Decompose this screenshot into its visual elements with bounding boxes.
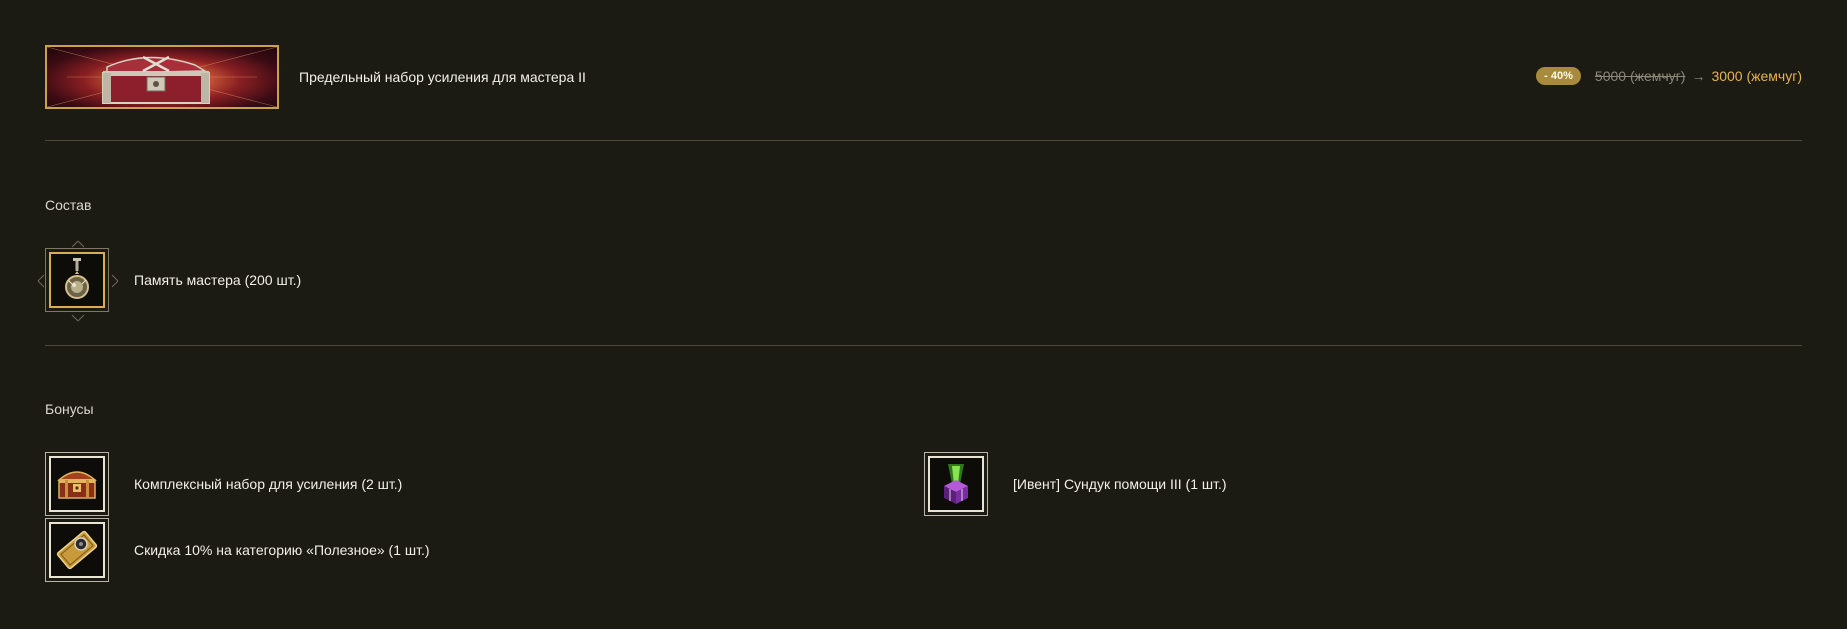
composition-item-label: Память мастера (200 шт.) [134, 272, 302, 288]
glowing-box-icon [944, 464, 968, 504]
coupon-icon [56, 530, 98, 570]
discount-badge: - 40% [1536, 67, 1581, 85]
old-price: 5000 (жемчуг) [1594, 68, 1686, 84]
bonus-item-label: Комплексный набор для усиления (2 шт.) [134, 476, 403, 492]
product-banner-image [45, 45, 279, 109]
composition-section-title: Состав [45, 197, 92, 213]
bonus-item-label: [Ивент] Сундук помощи III (1 шт.) [1013, 476, 1227, 492]
product-header: Предельный набор усиления для мастера II… [45, 45, 1802, 109]
item-icon-frame [924, 452, 988, 516]
new-price: 3000 (жемчуг) [1711, 68, 1802, 84]
divider [45, 345, 1802, 346]
divider [45, 140, 1802, 141]
product-title: Предельный набор усиления для мастера II [299, 69, 586, 85]
item-icon-frame [45, 452, 109, 516]
bonus-item[interactable]: Скидка 10% на категорию «Полезное» (1 шт… [45, 518, 430, 582]
item-icon-frame [37, 240, 119, 322]
bonus-item[interactable]: [Ивент] Сундук помощи III (1 шт.) [924, 452, 1227, 516]
pendant-icon [65, 258, 89, 299]
bonus-item[interactable]: Комплексный набор для усиления (2 шт.) [45, 452, 402, 516]
product-detail-page: Предельный набор усиления для мастера II… [0, 0, 1847, 629]
composition-item[interactable]: Память мастера (200 шт.) [37, 240, 302, 322]
price-arrow: → [1691, 68, 1706, 84]
bonus-item-label: Скидка 10% на категорию «Полезное» (1 шт… [134, 542, 430, 558]
bonuses-section-title: Бонусы [45, 401, 94, 417]
treasure-chest-banner-icon [47, 47, 277, 107]
chest-icon [57, 471, 97, 499]
item-icon-frame [45, 518, 109, 582]
price-block: - 40% 5000 (жемчуг) → 3000 (жемчуг) [1536, 67, 1802, 85]
